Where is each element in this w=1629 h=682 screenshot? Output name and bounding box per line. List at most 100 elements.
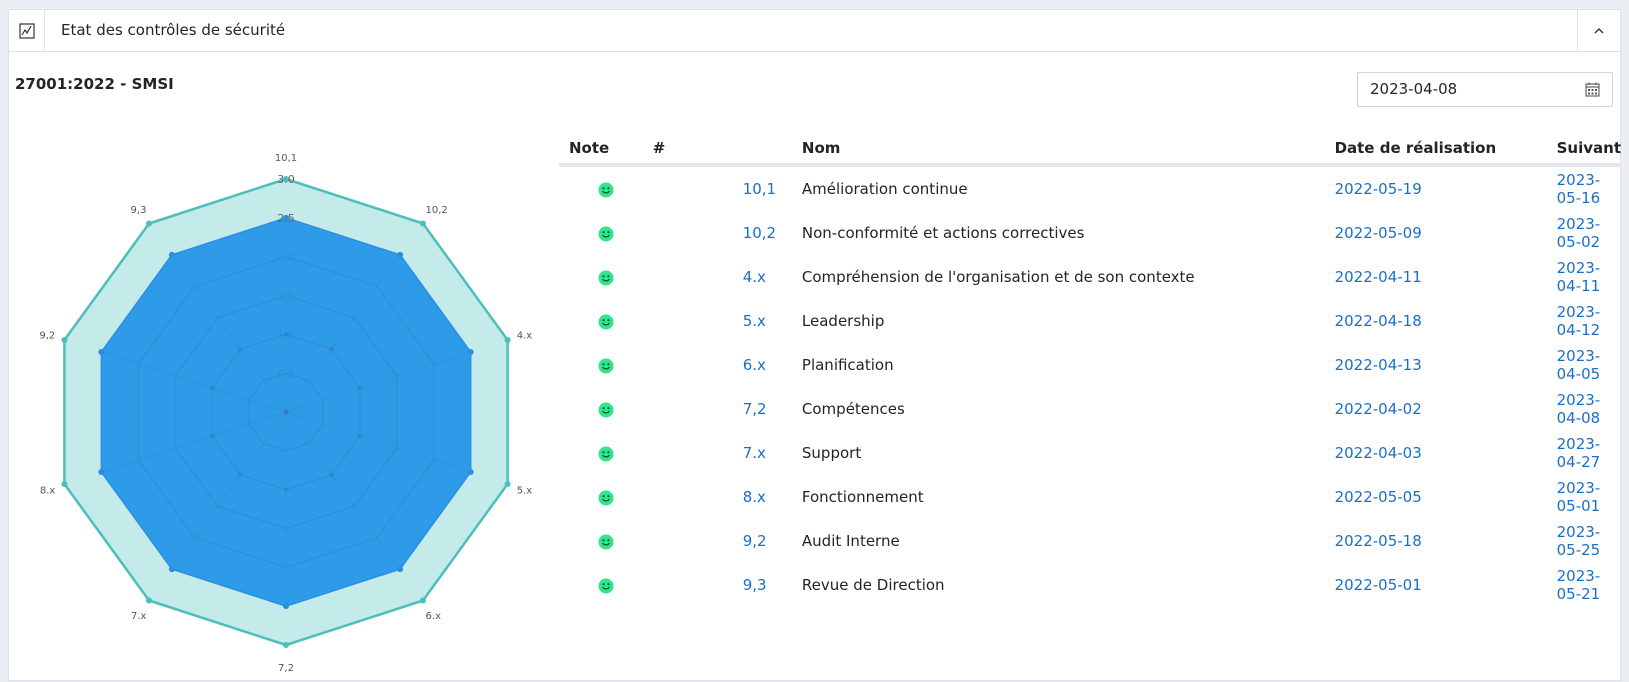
smiley-icon: [598, 534, 614, 549]
control-number-link[interactable]: 8.x: [653, 475, 802, 519]
security-controls-card: Etat des contrôles de sécurité 27001:202…: [8, 9, 1621, 681]
calendar-icon[interactable]: [1585, 82, 1600, 97]
status-cell: [559, 563, 653, 607]
status-cell: [559, 475, 653, 519]
smiley-icon: [598, 358, 614, 373]
radar-grid-dot: [238, 472, 243, 477]
control-name: Non-conformité et actions correctives: [801, 224, 1085, 242]
realisation-date-link[interactable]: 2022-04-18: [1335, 299, 1557, 343]
status-cell: [559, 299, 653, 343]
control-name: Planification: [801, 356, 894, 374]
chevron-up-icon: [1594, 28, 1604, 34]
realisation-date-link[interactable]: 2022-04-11: [1335, 255, 1557, 299]
controls-table: Note # Nom Date de réalisation Suivant 1…: [559, 132, 1621, 607]
next-date-link[interactable]: 2023-04-05: [1557, 343, 1621, 387]
control-number-link[interactable]: 10,1: [653, 165, 802, 211]
status-cell: [559, 387, 653, 431]
control-name: Fonctionnement: [801, 488, 924, 506]
radar-scale-tick: 1.5: [277, 290, 295, 303]
date-picker[interactable]: [1357, 72, 1613, 107]
control-number-link[interactable]: 7.x: [653, 431, 802, 475]
smiley-icon: [598, 490, 614, 505]
framework-title: 27001:2022 - SMSI: [15, 75, 174, 93]
radar-scale-tick: 1.0: [277, 328, 295, 341]
table-row: 7.x Support 2022-04-03 2023-04-27: [559, 431, 1621, 475]
radar-point-max: [504, 336, 511, 343]
radar-point-max: [504, 481, 511, 488]
col-note[interactable]: Note: [559, 132, 653, 167]
control-name: Compréhension de l'organisation et de so…: [801, 268, 1195, 286]
control-number-link[interactable]: 10,2: [653, 211, 802, 255]
next-date-link[interactable]: 2023-05-01: [1557, 475, 1621, 519]
collapse-button[interactable]: [1577, 10, 1620, 51]
col-next[interactable]: Suivant: [1556, 132, 1621, 167]
table-row: 9,3 Revue de Direction 2022-05-01 2023-05-2…: [559, 563, 1621, 607]
control-number-link[interactable]: 6.x: [653, 343, 802, 387]
chart-icon: [9, 10, 45, 51]
realisation-date-link[interactable]: 2022-05-18: [1335, 519, 1557, 563]
control-name: Revue de Direction: [801, 576, 945, 594]
status-cell: [559, 165, 653, 211]
smiley-icon: [598, 226, 614, 241]
table-row: 4.x Compréhension de l'organisation et de…: [559, 255, 1621, 299]
control-name: Leadership: [801, 312, 885, 330]
date-input[interactable]: [1370, 80, 1570, 98]
status-cell: [559, 431, 653, 475]
col-nom[interactable]: Nom: [801, 132, 1335, 167]
radar-axis-label: 7.x: [131, 611, 147, 622]
col-date[interactable]: Date de réalisation: [1334, 132, 1557, 167]
radar-axis-label: 9,2: [39, 330, 55, 341]
radar-point-max: [146, 597, 153, 604]
control-number-link[interactable]: 4.x: [653, 255, 802, 299]
radar-grid-dot: [329, 472, 334, 477]
control-number-link[interactable]: 9,3: [653, 563, 802, 607]
realisation-date-link[interactable]: 2022-04-03: [1335, 431, 1557, 475]
control-number-link[interactable]: 9,2: [653, 519, 802, 563]
next-date-link[interactable]: 2023-05-02: [1557, 211, 1621, 255]
next-date-link[interactable]: 2023-04-12: [1557, 299, 1621, 343]
table-row: 6.x Planification 2022-04-13 2023-04-05: [559, 343, 1621, 387]
table-header-row: Note # Nom Date de réalisation Suivant: [559, 132, 1621, 167]
table-row: 10,1 Amélioration continue 2022-05-19 2023-…: [559, 165, 1621, 211]
table-row: 8.x Fonctionnement 2022-05-05 2023-05-01: [559, 475, 1621, 519]
table-row: 7,2 Compétences 2022-04-02 2023-04-08: [559, 387, 1621, 431]
radar-point-max: [283, 642, 289, 648]
radar-axis-label: 9,3: [131, 205, 147, 216]
next-date-link[interactable]: 2023-04-11: [1557, 255, 1621, 299]
radar-point-score: [397, 251, 404, 258]
next-date-link[interactable]: 2023-05-16: [1557, 165, 1621, 211]
radar-scale-tick: 2.5: [277, 212, 295, 225]
next-date-link[interactable]: 2023-05-25: [1557, 519, 1621, 563]
table-row: 5.x Leadership 2022-04-18 2023-04-12: [559, 299, 1621, 343]
radar-point-score: [397, 566, 404, 573]
radar-axis-label: 8.x: [40, 486, 56, 497]
smiley-icon: [598, 182, 614, 197]
smiley-icon: [598, 402, 614, 417]
control-number-link[interactable]: 7,2: [653, 387, 802, 431]
radar-axis-label: 6.x: [426, 611, 442, 622]
control-number-link[interactable]: 5.x: [653, 299, 802, 343]
radar-point-score: [168, 251, 175, 258]
radar-axis-label: 5.x: [517, 486, 533, 497]
radar-point-max: [61, 336, 68, 343]
radar-point-score: [168, 566, 175, 573]
smiley-icon: [598, 270, 614, 285]
realisation-date-link[interactable]: 2022-05-19: [1335, 165, 1557, 211]
radar-grid-dot: [357, 385, 362, 390]
smiley-icon: [598, 578, 614, 593]
radar-center-dot: [283, 409, 289, 415]
next-date-link[interactable]: 2023-04-08: [1557, 387, 1621, 431]
next-date-link[interactable]: 2023-04-27: [1557, 431, 1621, 475]
control-name: Compétences: [801, 400, 905, 418]
realisation-date-link[interactable]: 2022-05-01: [1335, 563, 1557, 607]
realisation-date-link[interactable]: 2022-05-09: [1335, 211, 1557, 255]
next-date-link[interactable]: 2023-05-21: [1557, 563, 1621, 607]
control-name: Audit Interne: [801, 532, 900, 550]
col-num[interactable]: #: [652, 132, 802, 167]
realisation-date-link[interactable]: 2022-04-13: [1335, 343, 1557, 387]
realisation-date-link[interactable]: 2022-04-02: [1335, 387, 1557, 431]
realisation-date-link[interactable]: 2022-05-05: [1335, 475, 1557, 519]
table-row: 9,2 Audit Interne 2022-05-18 2023-05-25: [559, 519, 1621, 563]
control-name: Amélioration continue: [801, 180, 968, 198]
radar-scale-tick: 3.0: [277, 173, 295, 186]
